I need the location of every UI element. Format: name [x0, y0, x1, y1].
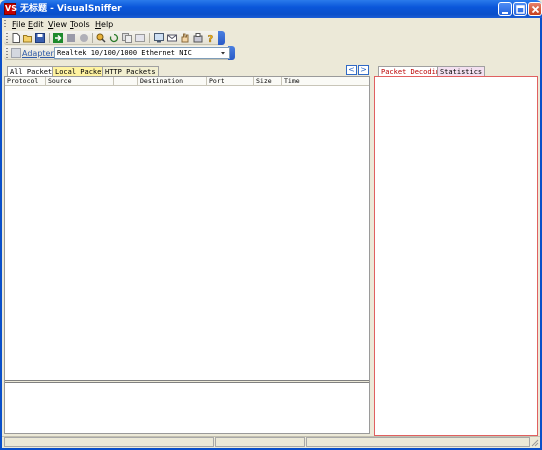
menu-view[interactable]: View [46, 19, 69, 30]
packet-decoding-panel[interactable] [374, 76, 538, 436]
toolbar-separator [92, 33, 93, 43]
tab-statistics[interactable]: Statistics [437, 66, 486, 76]
tab-http-packets[interactable]: HTTP Packets [102, 66, 159, 76]
maximize-button[interactable] [513, 2, 527, 16]
prev-tab-button[interactable]: < [346, 65, 357, 75]
save-icon[interactable] [35, 33, 45, 43]
main-toolbar: ? [4, 31, 225, 45]
close-button[interactable] [528, 2, 542, 16]
menu-file-label: File [12, 20, 26, 29]
envelope-icon[interactable] [167, 33, 177, 43]
menu-edit[interactable]: Edit [26, 19, 46, 30]
menu-edit-label: Edit [28, 20, 44, 29]
menu-bar: File Edit View Tools Help [2, 18, 540, 31]
svg-text:?: ? [208, 34, 214, 43]
next-tab-button[interactable]: > [358, 65, 369, 75]
close-icon [531, 5, 540, 14]
minimize-button[interactable] [498, 2, 512, 16]
column-blank[interactable] [114, 77, 138, 86]
resize-grip-icon[interactable] [530, 438, 539, 447]
stop-icon[interactable] [79, 33, 89, 43]
column-destination[interactable]: Destination [138, 77, 207, 86]
adapter-icon [11, 48, 21, 58]
copy-icon[interactable] [122, 33, 132, 43]
refresh-icon[interactable] [109, 33, 119, 43]
app-icon[interactable]: VS [4, 3, 17, 15]
toolbar-grip[interactable] [6, 33, 8, 43]
title-bar[interactable]: VS 无标题 - VisualSniffer [0, 0, 542, 18]
toolbar-separator [49, 33, 50, 43]
start-capture-icon[interactable] [53, 33, 63, 43]
packet-list-header: Protocol Source Destination Port Size Ti… [5, 77, 369, 86]
toolbar-grip[interactable] [6, 48, 8, 58]
menu-grip[interactable] [4, 20, 6, 29]
window-frame-left [0, 18, 2, 450]
filter-icon[interactable] [96, 33, 106, 43]
status-cell-middle [215, 437, 305, 447]
menu-file[interactable]: File [10, 19, 27, 30]
column-size[interactable]: Size [254, 77, 282, 86]
status-cell-right [306, 437, 530, 447]
toolbar-separator [149, 33, 150, 43]
column-source[interactable]: Source [46, 77, 114, 86]
menu-help[interactable]: Help [93, 19, 115, 30]
chevron-down-icon[interactable] [217, 48, 229, 58]
new-icon[interactable] [11, 33, 21, 43]
menu-help-label: Help [95, 20, 114, 29]
menu-view-label: View [48, 20, 67, 29]
export-icon[interactable] [135, 33, 145, 43]
column-port[interactable]: Port [207, 77, 254, 86]
status-cell-main [4, 437, 214, 447]
open-icon[interactable] [23, 33, 33, 43]
column-time[interactable]: Time [282, 77, 369, 86]
minimize-icon [502, 12, 508, 14]
menu-tools-label: Tools [70, 20, 90, 29]
toolbar-overflow-button[interactable] [218, 31, 225, 45]
maximize-icon [516, 5, 525, 14]
adapter-label[interactable]: Adapter: [22, 49, 56, 59]
help-icon[interactable]: ? [206, 33, 216, 43]
pause-icon[interactable] [66, 33, 76, 43]
hand-icon[interactable] [180, 33, 190, 43]
packet-detail-pane[interactable] [5, 383, 369, 433]
adapter-select[interactable]: Realtek 10/100/1000 Ethernet NIC [54, 47, 230, 59]
window-title: 无标题 - VisualSniffer [20, 4, 122, 14]
menu-tools[interactable]: Tools [68, 19, 92, 30]
column-protocol[interactable]: Protocol [5, 77, 46, 86]
settings-icon[interactable] [193, 33, 203, 43]
monitor-icon[interactable] [154, 33, 164, 43]
